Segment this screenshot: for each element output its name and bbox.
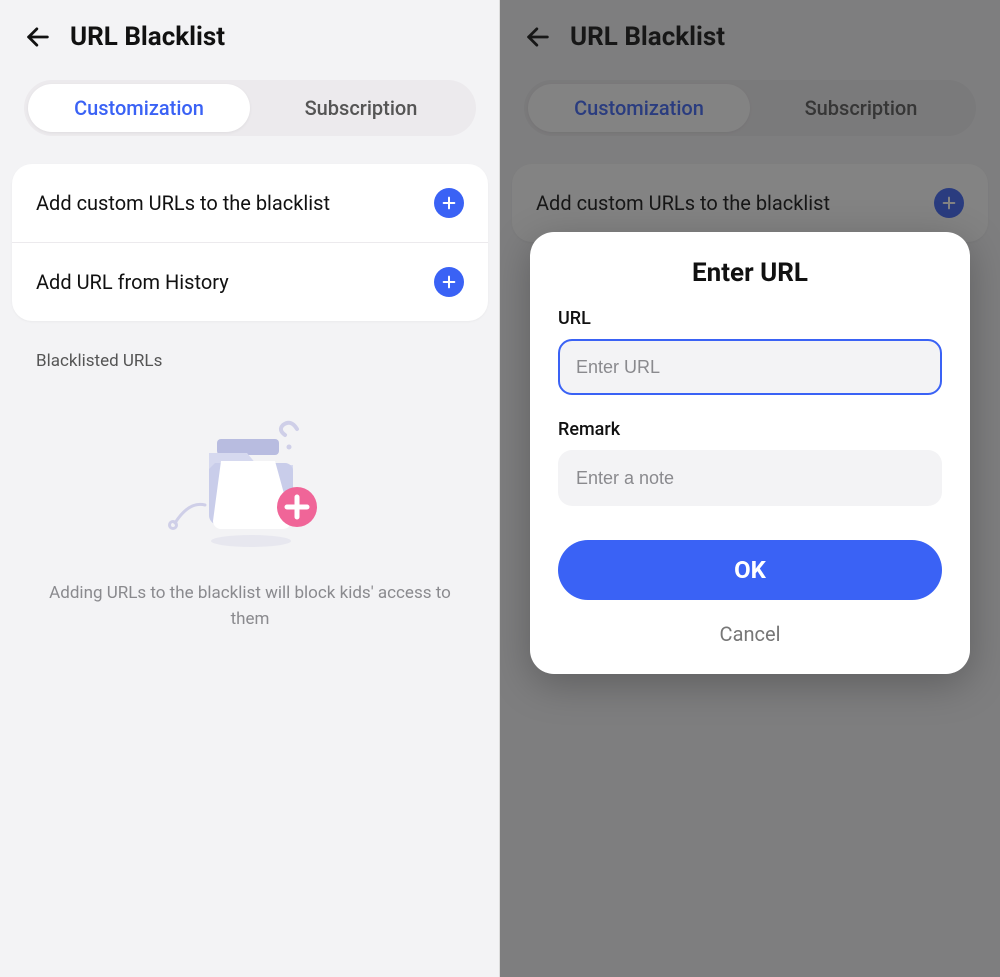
remark-field-label: Remark <box>558 419 942 440</box>
actions-card: Add custom URLs to the blacklist Add URL… <box>12 164 488 321</box>
add-custom-url-plus-button[interactable] <box>434 188 464 218</box>
screen-divider <box>499 0 500 977</box>
header: URL Blacklist <box>0 0 500 62</box>
url-field-label: URL <box>558 308 942 329</box>
enter-url-dialog: Enter URL URL Remark OK Cancel <box>530 232 970 674</box>
back-button[interactable] <box>24 23 52 51</box>
cancel-button[interactable]: Cancel <box>558 616 942 652</box>
arrow-left-icon <box>24 23 52 51</box>
section-blacklisted-urls: Blacklisted URLs <box>36 351 464 371</box>
add-history-url-label: Add URL from History <box>36 270 229 294</box>
page-title: URL Blacklist <box>70 22 225 52</box>
empty-state: Adding URLs to the blacklist will block … <box>0 413 500 632</box>
plus-icon <box>441 195 457 211</box>
tab-subscription[interactable]: Subscription <box>250 84 472 132</box>
tab-customization[interactable]: Customization <box>28 84 250 132</box>
add-history-url-plus-button[interactable] <box>434 267 464 297</box>
tab-segmented-control: Customization Subscription <box>24 80 476 136</box>
screen-blacklist-dialog: URL Blacklist Customization Subscription… <box>500 0 1000 977</box>
add-history-url-row[interactable]: Add URL from History <box>12 242 488 321</box>
add-custom-url-row[interactable]: Add custom URLs to the blacklist <box>12 164 488 242</box>
ok-button[interactable]: OK <box>558 540 942 600</box>
empty-folder-icon <box>20 413 480 553</box>
screen-blacklist: URL Blacklist Customization Subscription… <box>0 0 500 977</box>
plus-icon <box>441 274 457 290</box>
remark-input[interactable] <box>558 450 942 506</box>
add-custom-url-label: Add custom URLs to the blacklist <box>36 191 330 215</box>
url-input[interactable] <box>558 339 942 395</box>
dialog-title: Enter URL <box>558 258 942 288</box>
empty-state-text: Adding URLs to the blacklist will block … <box>20 581 480 632</box>
